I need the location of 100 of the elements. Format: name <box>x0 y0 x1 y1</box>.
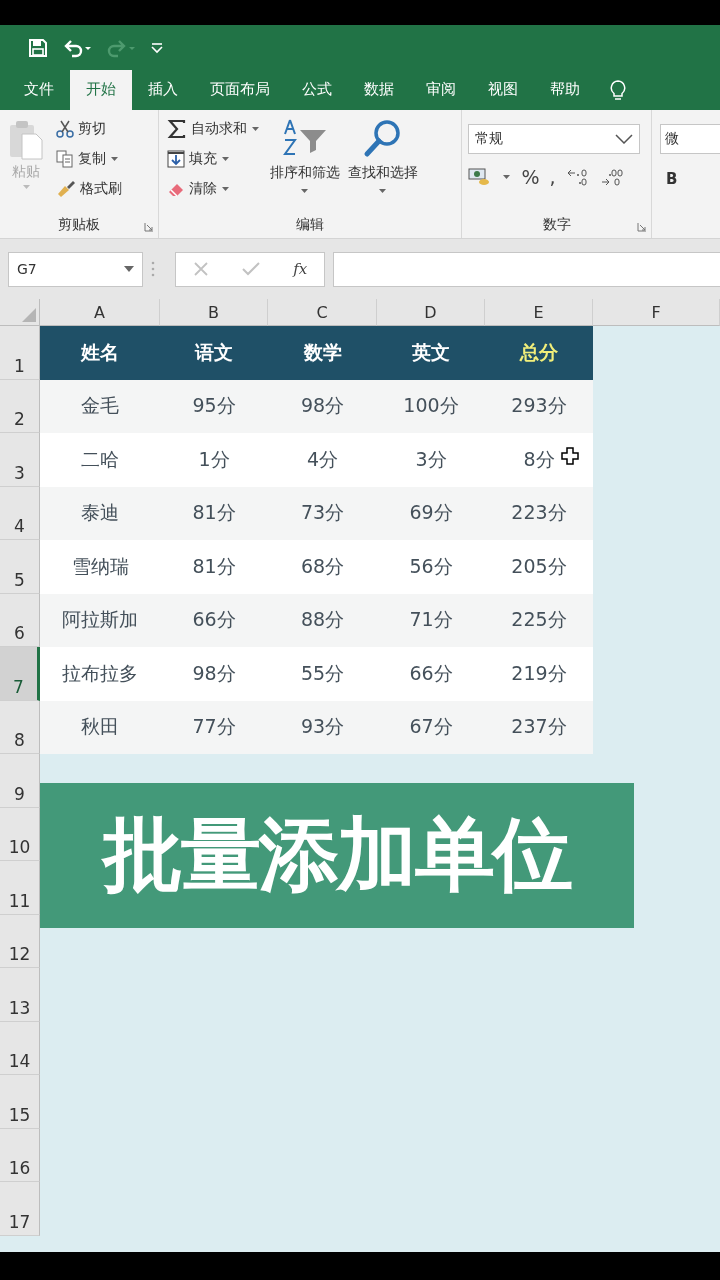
table-cell: 219分 <box>485 647 593 701</box>
ribbon-button[interactable]: 清除 <box>164 176 262 202</box>
save-icon[interactable] <box>28 37 48 58</box>
row-header[interactable]: 4 <box>0 486 40 540</box>
table-cell: 93分 <box>268 700 377 754</box>
ribbon-tab[interactable]: 文件 <box>8 70 70 110</box>
table-cell: 66分 <box>160 593 268 647</box>
caret-icon[interactable] <box>250 126 260 132</box>
row-header[interactable]: 10 <box>0 807 40 861</box>
row-header[interactable]: 8 <box>0 700 40 754</box>
number-format-button[interactable]: % <box>521 166 540 188</box>
caret-icon[interactable] <box>300 188 310 194</box>
title-banner: 批量添加单位 <box>40 783 634 928</box>
caret-icon[interactable] <box>378 188 388 194</box>
table-cell: 225分 <box>485 593 593 647</box>
plus-cursor-icon <box>561 447 579 465</box>
caret-icon[interactable] <box>124 266 134 272</box>
table-cell: 秋田 <box>40 700 160 754</box>
table-cell: 67分 <box>377 700 485 754</box>
ribbon-tab[interactable]: 数据 <box>348 70 410 110</box>
table-cell: 金毛 <box>40 379 160 433</box>
column-header[interactable]: D <box>377 299 485 326</box>
header-cell: 总分 <box>485 326 593 380</box>
column-header[interactable]: A <box>40 299 160 326</box>
lightbulb-icon[interactable] <box>610 80 626 102</box>
row-header[interactable]: 14 <box>0 1021 40 1075</box>
decrease-decimal-icon[interactable] <box>565 167 590 187</box>
row-header[interactable]: 9 <box>0 754 40 808</box>
caret-icon[interactable] <box>220 156 230 162</box>
ribbon-tab[interactable]: 页面布局 <box>194 70 286 110</box>
table-cell: 二哈 <box>40 433 160 487</box>
header-cell: 姓名 <box>40 326 160 380</box>
fill-down-icon <box>166 150 185 168</box>
row-header[interactable]: 1 <box>0 326 40 380</box>
sort-filter-icon[interactable] <box>281 118 328 158</box>
ribbon-tab[interactable]: 插入 <box>132 70 194 110</box>
column-header[interactable]: F <box>593 299 720 326</box>
table-cell: 56分 <box>377 540 485 594</box>
row-header[interactable]: 6 <box>0 593 40 647</box>
font-name-field[interactable]: 微 <box>660 124 720 154</box>
sigma-icon <box>166 119 187 139</box>
formula-input[interactable] <box>333 251 720 287</box>
table-cell: 68分 <box>268 540 377 594</box>
ribbon-button[interactable]: 查找和选择 <box>347 116 418 212</box>
row-header[interactable]: 13 <box>0 968 40 1022</box>
row-header[interactable]: 3 <box>0 433 40 487</box>
dialog-launcher-icon[interactable] <box>143 222 154 232</box>
ribbon-tab[interactable]: 视图 <box>472 70 534 110</box>
table-cell: 81分 <box>160 486 268 540</box>
row-header[interactable]: 15 <box>0 1075 40 1129</box>
column-header[interactable]: E <box>485 299 593 326</box>
more-icon <box>151 261 155 277</box>
header-cell: 英文 <box>377 326 485 380</box>
ribbon-button[interactable]: 排序和筛选 <box>269 116 340 212</box>
table-cell: 77分 <box>160 700 268 754</box>
scissors-icon <box>56 120 74 138</box>
row-header[interactable]: 12 <box>0 914 40 968</box>
check-icon[interactable] <box>242 261 260 277</box>
ribbon-tab[interactable]: 开始 <box>70 70 132 110</box>
column-header[interactable]: B <box>160 299 268 326</box>
search-icon[interactable] <box>362 118 403 158</box>
row-header[interactable]: 2 <box>0 379 40 433</box>
ribbon-button[interactable]: 自动求和 <box>164 116 262 142</box>
number-format-button[interactable]: , <box>549 166 556 188</box>
ribbon-button[interactable]: 格式刷 <box>54 176 124 202</box>
ribbon-button[interactable]: 复制 <box>54 146 124 172</box>
table-cell: 66分 <box>377 647 485 701</box>
table-cell: 98分 <box>268 379 377 433</box>
table-cell: 泰迪 <box>40 486 160 540</box>
clipboard-icon <box>8 120 44 160</box>
undo-icon[interactable] <box>62 37 92 58</box>
caret-icon[interactable] <box>220 186 230 192</box>
dialog-launcher-icon[interactable] <box>637 222 647 232</box>
paintbrush-icon <box>56 180 76 198</box>
table-cell: 3分 <box>377 433 485 487</box>
row-header[interactable]: 5 <box>0 540 40 594</box>
ribbon-button[interactable]: 填充 <box>164 146 262 172</box>
caret-icon[interactable] <box>110 156 119 162</box>
row-header[interactable]: 11 <box>0 861 40 915</box>
header-cell: 语文 <box>160 326 268 380</box>
bold-button[interactable]: B <box>666 170 720 188</box>
number-format-dropdown[interactable]: 常规 <box>468 124 641 154</box>
table-cell: 205分 <box>485 540 593 594</box>
ribbon-tab[interactable]: 帮助 <box>534 70 596 110</box>
row-header[interactable]: 7 <box>0 647 40 701</box>
copy-icon <box>56 150 74 168</box>
customize-icon[interactable] <box>150 40 164 55</box>
row-header[interactable]: 16 <box>0 1128 40 1182</box>
table-cell: 293分 <box>485 379 593 433</box>
caret-icon[interactable] <box>502 174 512 180</box>
ribbon-button[interactable]: 剪切 <box>54 116 124 142</box>
ribbon-tab[interactable]: 审阅 <box>410 70 472 110</box>
column-header[interactable]: C <box>268 299 377 326</box>
chevron-down-icon <box>615 134 634 144</box>
ribbon-tab[interactable]: 公式 <box>286 70 348 110</box>
insert-function-button[interactable]: fx <box>293 260 308 278</box>
name-box[interactable]: G7 <box>8 251 143 287</box>
table-cell: 55分 <box>268 647 377 701</box>
increase-decimal-icon[interactable] <box>599 167 624 187</box>
row-header[interactable]: 17 <box>0 1182 40 1236</box>
